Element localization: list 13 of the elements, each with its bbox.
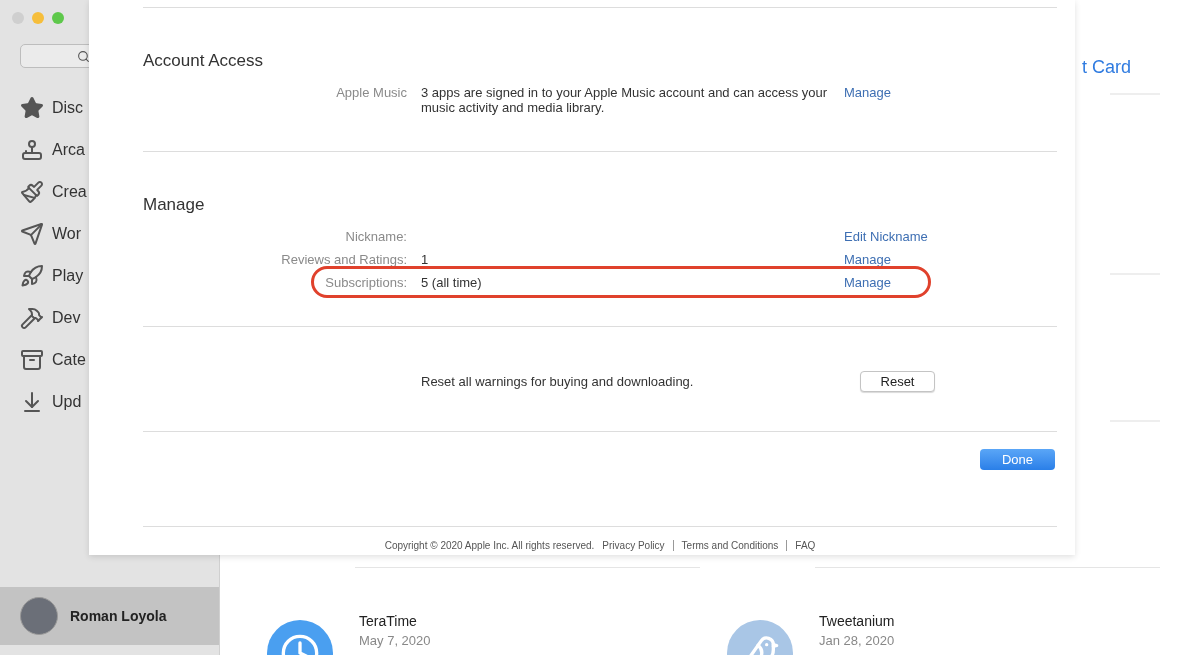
reset-description: Reset all warnings for buying and downloading.: [421, 372, 695, 391]
field-label: Apple Music: [335, 85, 407, 102]
field-label: Nickname:: [344, 229, 407, 244]
field-label: Subscriptions:: [324, 275, 407, 290]
app-date: Jan 28, 2020: [819, 632, 895, 650]
section-title: Manage: [143, 195, 206, 215]
app-date: May 7, 2020: [359, 632, 431, 650]
field-value: 1: [421, 252, 429, 267]
section-title: Account Access: [143, 51, 264, 71]
field-label: Reviews and Ratings:: [280, 252, 407, 267]
field-value: 3 apps are signed in to your Apple Music account and can access your music activity and media library.: [421, 85, 828, 115]
field-value: 5 (all time): [421, 275, 482, 290]
copyright-text: Copyright © 2020 Apple Inc. All rights reserved.: [384, 539, 595, 553]
